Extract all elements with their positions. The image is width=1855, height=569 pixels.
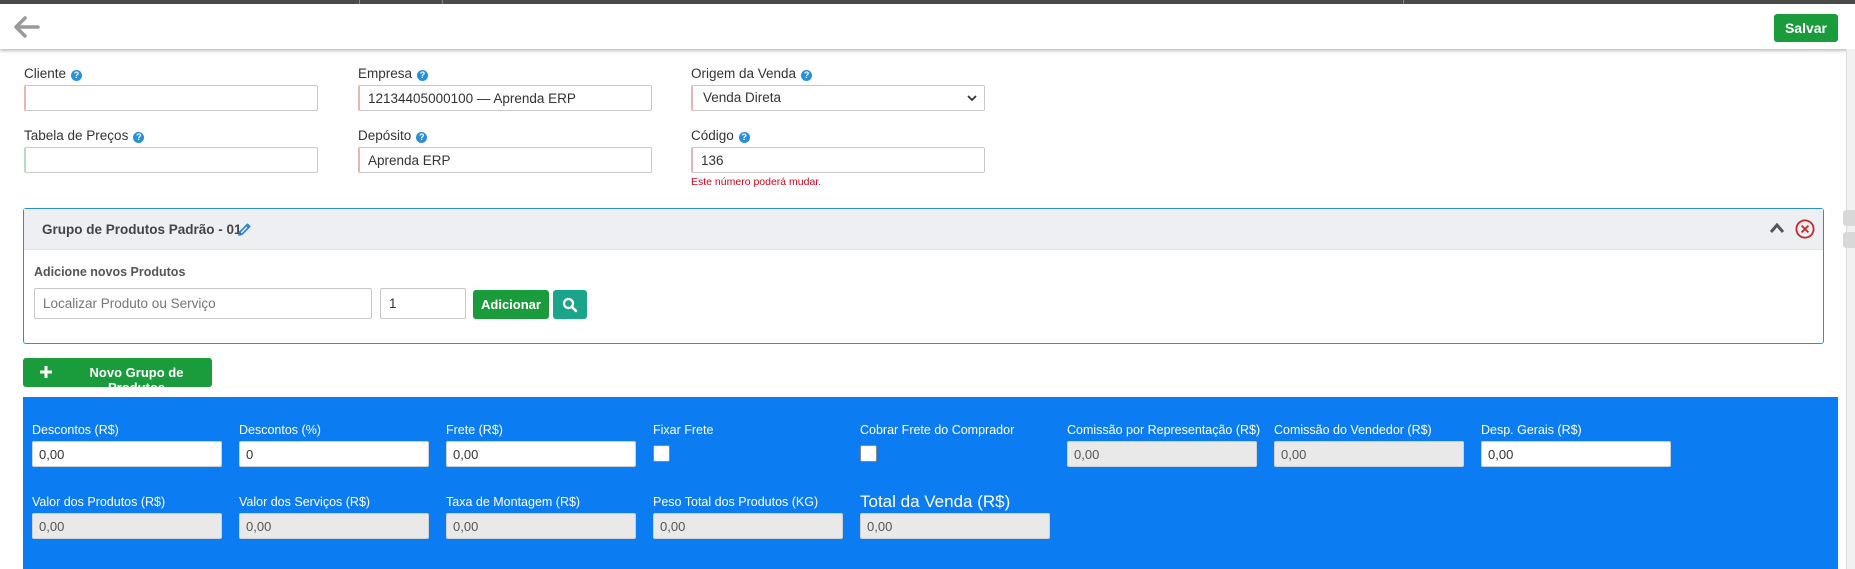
desp-gerais-label: Desp. Gerais (R$) xyxy=(1481,423,1582,437)
origem-label: Origem da Venda? xyxy=(691,66,813,81)
empresa-input[interactable] xyxy=(358,85,652,111)
help-icon[interactable]: ? xyxy=(133,132,145,143)
descontos-pct-input[interactable] xyxy=(239,441,429,467)
fixar-frete-checkbox[interactable] xyxy=(653,445,670,462)
header-bar: Salvar xyxy=(0,4,1855,49)
desp-gerais-input[interactable] xyxy=(1481,441,1671,467)
frete-label: Frete (R$) xyxy=(446,423,503,437)
help-icon[interactable]: ? xyxy=(738,132,750,143)
taxa-montagem-label: Taxa de Montagem (R$) xyxy=(446,495,581,509)
group-header: Grupo de Produtos Padrão - 01 xyxy=(24,209,1823,250)
help-icon[interactable]: ? xyxy=(416,132,428,143)
codigo-input[interactable] xyxy=(691,147,985,173)
descontos-pct-label: Descontos (%) xyxy=(239,423,321,437)
cliente-label: Cliente? xyxy=(24,66,83,81)
deposito-label: Depósito? xyxy=(358,128,428,143)
taxa-montagem-input xyxy=(446,513,636,539)
search-button[interactable] xyxy=(553,290,587,319)
scrollbar[interactable] xyxy=(1846,49,1855,569)
deposito-input[interactable] xyxy=(358,147,652,173)
product-group-panel: Grupo de Produtos Padrão - 01 Adicione n… xyxy=(23,208,1824,344)
codigo-label: Código? xyxy=(691,128,750,143)
search-icon xyxy=(562,297,578,312)
comissao-rep-label: Comissão por Representação (R$) xyxy=(1067,423,1261,437)
plus-icon xyxy=(40,366,52,378)
descontos-rs-label: Descontos (R$) xyxy=(32,423,119,437)
origem-select[interactable]: Venda Direta xyxy=(691,85,985,111)
tabela-label: Tabela de Preços? xyxy=(24,128,145,143)
help-icon[interactable]: ? xyxy=(801,70,813,81)
side-tab[interactable] xyxy=(1843,210,1855,226)
chevron-down-icon xyxy=(967,95,977,102)
valor-servicos-label: Valor dos Serviços (R$) xyxy=(239,495,371,509)
fixar-frete-label: Fixar Frete xyxy=(653,423,714,437)
peso-total-label: Peso Total dos Produtos (KG) xyxy=(653,495,819,509)
add-button[interactable]: Adicionar xyxy=(473,290,549,319)
save-button[interactable]: Salvar xyxy=(1773,14,1838,42)
codigo-hint: Este número poderá mudar. xyxy=(691,176,822,188)
quantity-input[interactable] xyxy=(380,288,466,319)
side-tab[interactable] xyxy=(1843,232,1855,248)
empresa-label: Empresa? xyxy=(358,66,429,81)
help-icon[interactable]: ? xyxy=(71,70,83,81)
back-arrow-icon xyxy=(14,16,40,38)
cobrar-frete-checkbox[interactable] xyxy=(860,445,877,462)
pencil-icon[interactable] xyxy=(237,222,252,237)
comissao-rep-input xyxy=(1067,441,1257,467)
side-tabs xyxy=(1843,210,1855,254)
totals-panel: Descontos (R$) Descontos (%) Frete (R$) … xyxy=(23,397,1838,569)
add-products-title: Adicione novos Produtos xyxy=(34,265,186,279)
peso-total-input xyxy=(653,513,843,539)
descontos-rs-input[interactable] xyxy=(32,441,222,467)
frete-input[interactable] xyxy=(446,441,636,467)
product-search-input[interactable] xyxy=(34,288,372,319)
total-venda-input xyxy=(860,513,1050,539)
comissao-vend-input xyxy=(1274,441,1464,467)
cliente-input[interactable] xyxy=(24,85,318,111)
valor-servicos-input xyxy=(239,513,429,539)
chevron-up-icon[interactable] xyxy=(1768,220,1786,236)
help-icon[interactable]: ? xyxy=(417,70,429,81)
new-product-group-button[interactable]: Novo Grupo de Produtos xyxy=(23,358,212,395)
total-venda-label: Total da Venda (R$) xyxy=(860,492,1011,511)
group-title: Grupo de Produtos Padrão - 01 xyxy=(42,222,242,237)
cobrar-frete-label: Cobrar Frete do Comprador xyxy=(860,423,1015,437)
origem-value: Venda Direta xyxy=(703,90,782,105)
valor-produtos-input xyxy=(32,513,222,539)
valor-produtos-label: Valor dos Produtos (R$) xyxy=(32,495,166,509)
comissao-vend-label: Comissão do Vendedor (R$) xyxy=(1274,423,1432,437)
tabela-input[interactable] xyxy=(24,147,318,173)
back-button[interactable] xyxy=(12,14,40,40)
new-group-label: Novo Grupo de Produtos xyxy=(89,365,184,395)
close-circle-icon[interactable] xyxy=(1795,219,1815,239)
